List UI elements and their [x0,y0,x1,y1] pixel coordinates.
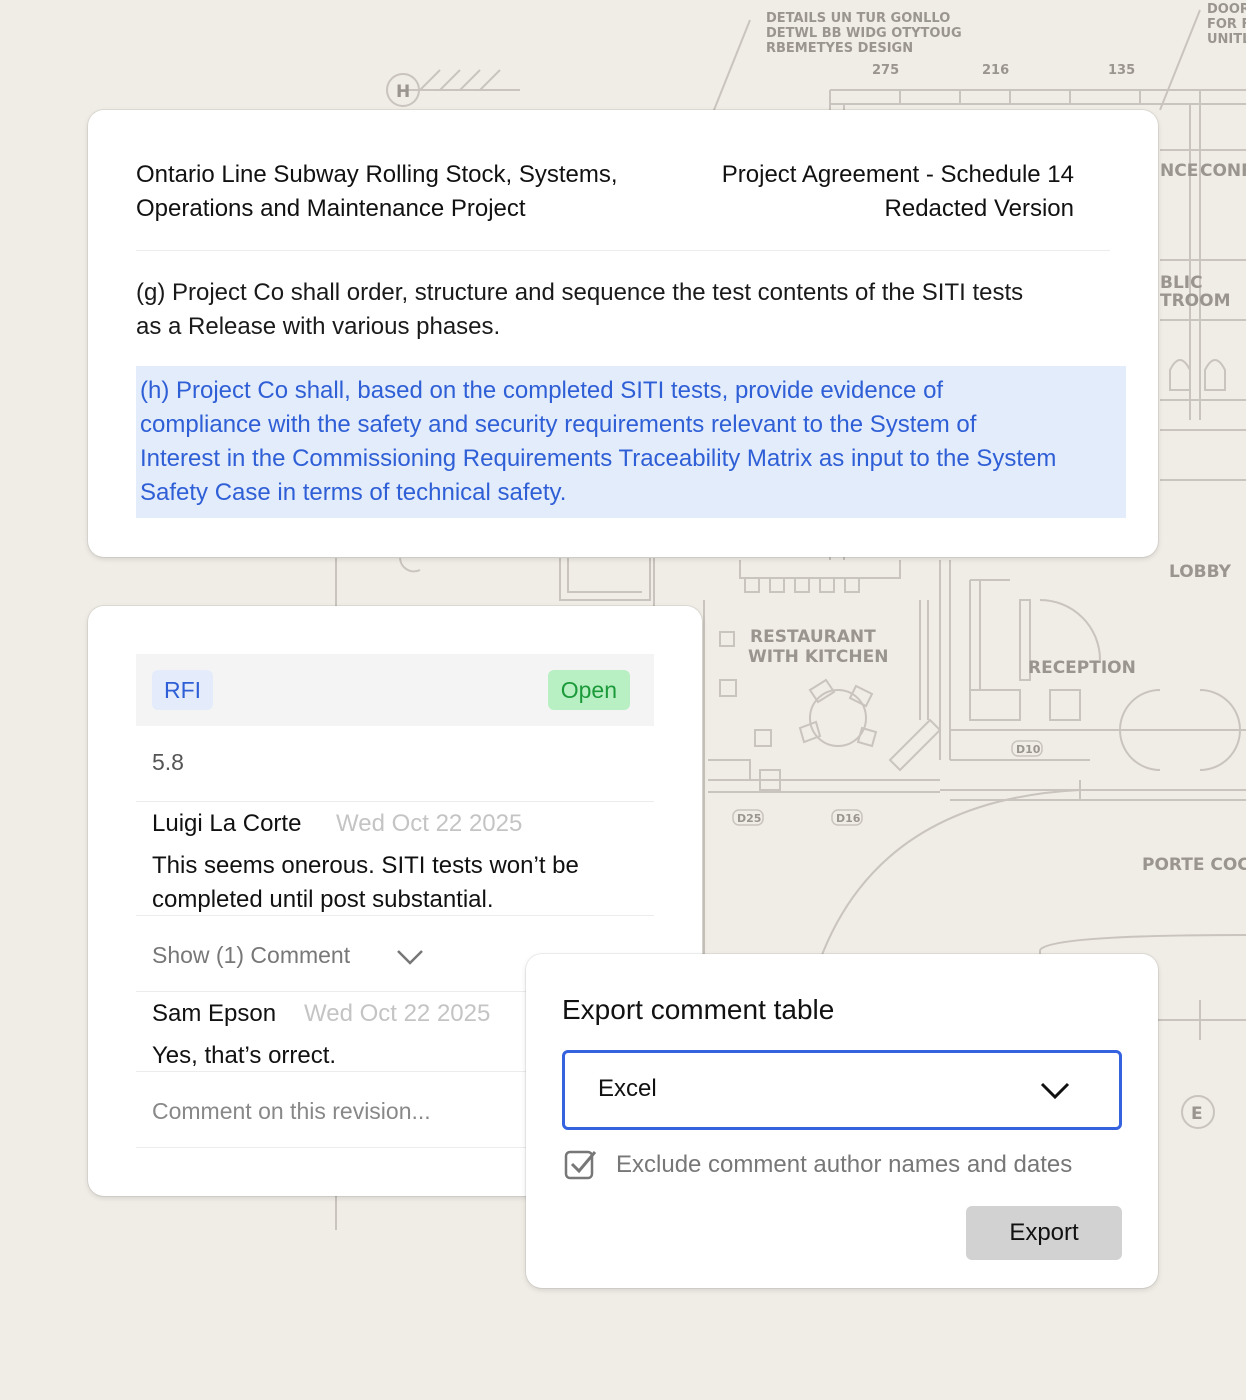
blueprint-dim: 275 [872,63,899,78]
blueprint-note: UNITL [1207,32,1246,47]
blueprint-note: RBEMETYES DESIGN [766,41,913,56]
blueprint-label: TROOM [1160,291,1231,311]
grid-marker: E [1191,1104,1203,1124]
document-schedule: Project Agreement - Schedule 14 Redacted… [721,161,1074,222]
divider [136,801,654,802]
blueprint-note: DETWL BB WIDG OTYTOUG [766,26,962,41]
clause-h-highlighted[interactable]: (h) Project Co shall, based on the compl… [136,366,1126,518]
comment-input[interactable]: Comment on this revision... [152,1098,431,1125]
comment-author: Sam Epson [152,1000,277,1027]
blueprint-note: DOOR [1207,2,1246,17]
checkbox-label: Exclude comment author names and dates [616,1151,1073,1178]
blueprint-label: NCE [1160,161,1198,181]
export-dialog: Export comment table Excel Exclude comme… [526,954,1158,1288]
blueprint-label: RECEPTION [1028,658,1136,678]
clause-g[interactable]: (g) Project Co shall order, structure an… [136,276,1116,344]
status-badge[interactable]: Open [547,670,630,710]
blueprint-note: DETAILS UN TUR GONLLO [766,11,950,26]
comment-author: Luigi La Corte [152,810,302,837]
selected-format: Excel [598,1075,657,1102]
blueprint-label: RESTAURANT [750,627,876,647]
door-tag: D25 [737,812,761,825]
door-tag: D10 [1016,743,1041,756]
blueprint-dim: 135 [1108,63,1135,78]
clause-reference: 5.8 [152,749,184,775]
blueprint-label: PORTE COCH [1142,855,1246,875]
comment-header-bar: RFI Open [136,654,654,726]
door-tag: D16 [836,812,861,825]
checkbox-checked-icon[interactable] [564,1148,598,1182]
blueprint-note: FOR F [1207,17,1246,32]
document-card: Ontario Line Subway Rolling Stock, Syste… [88,110,1158,557]
comment-date: Wed Oct 22 2025 [304,1000,491,1027]
blueprint-label: LOBBY [1169,562,1232,582]
blueprint-label: WITH KITCHEN [748,647,888,667]
blueprint-dim: 216 [982,63,1009,78]
dialog-title: Export comment table [562,994,835,1025]
document-header: Ontario Line Subway Rolling Stock, Syste… [136,158,1110,251]
blueprint-label: CONF [1200,161,1246,181]
document-title: Ontario Line Subway Rolling Stock, Syste… [136,161,618,222]
show-replies-button[interactable]: Show (1) Comment [152,942,350,969]
comment-text: Yes, that’s orrect. [152,1042,337,1069]
chevron-down-icon[interactable] [396,948,424,966]
comment-text: This seems onerous. SITI tests won’t be … [152,852,579,913]
export-format-select[interactable]: Excel [562,1050,1122,1130]
blueprint-label: BLIC [1160,273,1203,293]
chevron-down-icon [1040,1082,1070,1100]
grid-marker: H [396,82,410,102]
export-button[interactable]: Export [966,1206,1122,1260]
divider [136,915,654,916]
rfi-badge: RFI [152,670,214,710]
comment-date: Wed Oct 22 2025 [336,810,523,837]
